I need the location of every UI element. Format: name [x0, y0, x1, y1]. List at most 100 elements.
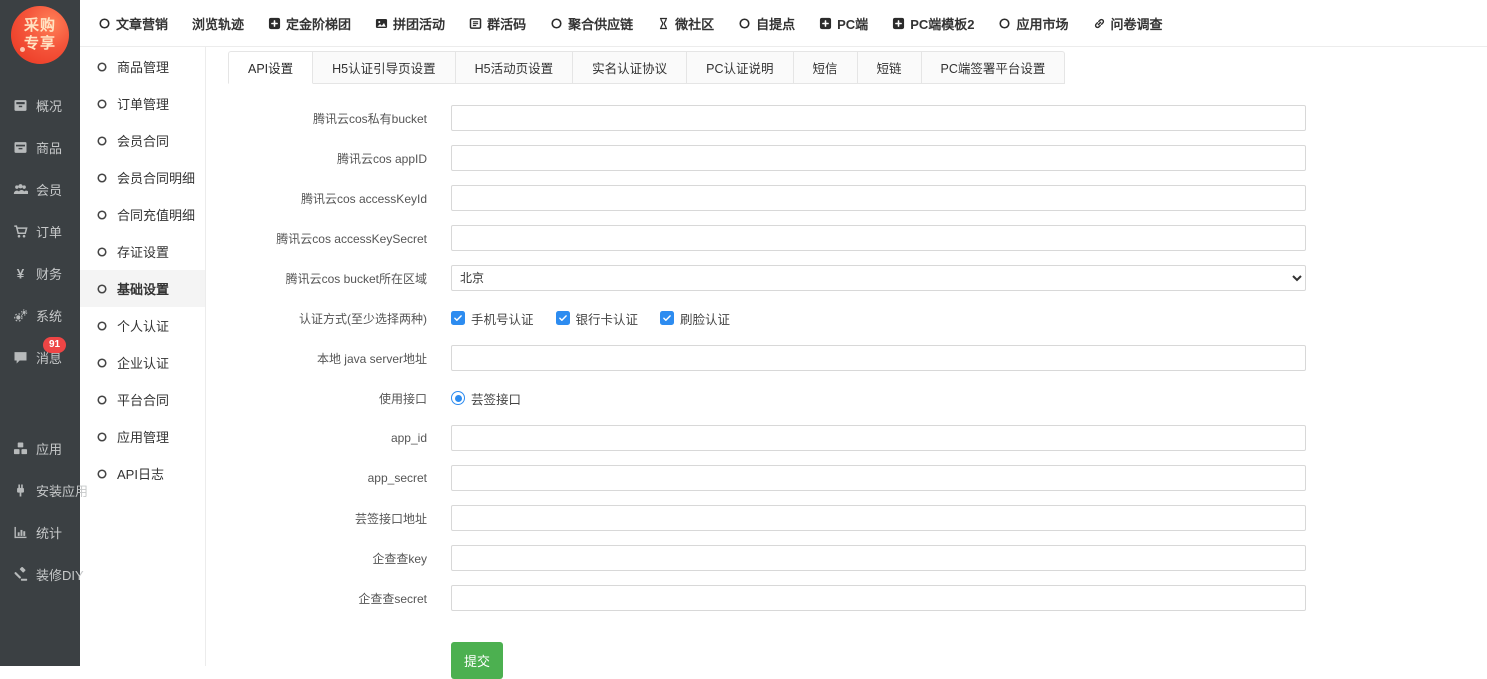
app-secret-input[interactable] — [451, 465, 1306, 491]
tab-6[interactable]: 短信 — [794, 51, 858, 84]
top-nav-item-11[interactable]: 应用市场 — [998, 14, 1068, 33]
top-nav-item-1[interactable]: 文章营销 — [98, 14, 168, 33]
sub-sidebar-item-6[interactable]: 存证设置 — [80, 233, 205, 270]
top-nav-item-6[interactable]: 聚合供应链 — [550, 14, 633, 33]
circle-o-icon — [96, 320, 108, 332]
sidebar-item-11[interactable]: 装修DIY — [0, 553, 80, 595]
form-row-tencent-cos-private-bucket: 腾讯云cos私有bucket — [207, 105, 1487, 131]
sub-sidebar-item-10[interactable]: 平台合同 — [80, 381, 205, 418]
sub-sidebar-item-11[interactable]: 应用管理 — [80, 418, 205, 455]
sub-sidebar-item-label: 存证设置 — [117, 242, 169, 261]
plussq-icon — [819, 17, 832, 30]
plussq-icon — [268, 17, 281, 30]
checkbox-checked-icon[interactable] — [556, 311, 570, 325]
sub-sidebar-item-label: 会员合同明细 — [117, 168, 195, 187]
sub-sidebar-item-9[interactable]: 企业认证 — [80, 344, 205, 381]
sidebar-item-4[interactable]: 订单 — [0, 210, 80, 252]
sub-sidebar-item-12[interactable]: API日志 — [80, 455, 205, 492]
qichacha-key-input[interactable] — [451, 545, 1306, 571]
sub-sidebar-item-3[interactable]: 会员合同 — [80, 122, 205, 159]
sidebar-item-2[interactable]: 商品 — [0, 126, 80, 168]
sub-sidebar-item-4[interactable]: 会员合同明细 — [80, 159, 205, 196]
top-nav-item-5[interactable]: 群活码 — [469, 14, 526, 33]
sidebar-item-9[interactable]: 安装应用 — [0, 469, 80, 511]
hourglass-icon — [657, 17, 670, 30]
local-java-server-address-input[interactable] — [451, 345, 1306, 371]
main-sidebar: 采购 专享 概况商品会员订单 ¥财务系统消息91 应用安装应用统计装修DIY — [0, 0, 80, 666]
sidebar-item-6[interactable]: 系统 — [0, 294, 80, 336]
cart-icon — [13, 224, 28, 239]
sidebar-item-8[interactable]: 应用 — [0, 427, 80, 469]
circle-o-icon — [96, 246, 108, 258]
auth-methods-option-2[interactable]: 银行卡认证 — [556, 309, 639, 328]
qichacha-secret-input[interactable] — [451, 585, 1306, 611]
top-nav-item-label: 文章营销 — [116, 14, 168, 33]
circle-o-icon — [96, 468, 108, 480]
checkbox-checked-icon[interactable] — [660, 311, 674, 325]
tab-7[interactable]: 短链 — [858, 51, 922, 84]
gavel-icon — [13, 567, 28, 582]
tencent-cos-private-bucket-input[interactable] — [451, 105, 1306, 131]
top-nav-item-label: PC端模板2 — [910, 14, 974, 33]
sidebar-item-label: 系统 — [36, 306, 62, 325]
tencent-cos-appid-input[interactable] — [451, 145, 1306, 171]
sidebar-item-5[interactable]: ¥财务 — [0, 252, 80, 294]
chart-icon — [13, 525, 28, 540]
sub-sidebar-item-5[interactable]: 合同充值明细 — [80, 196, 205, 233]
form-label-tencent-cos-bucket-region: 腾讯云cos bucket所在区域 — [207, 270, 427, 287]
tencent-cos-accesskeyid-input[interactable] — [451, 185, 1306, 211]
circle-icon — [998, 17, 1011, 30]
top-nav-item-4[interactable]: 拼团活动 — [375, 14, 445, 33]
tab-1[interactable]: API设置 — [228, 51, 313, 84]
plussq-icon — [892, 17, 905, 30]
sub-sidebar-item-1[interactable]: 商品管理 — [80, 48, 205, 85]
top-nav-item-label: 拼团活动 — [393, 14, 445, 33]
sidebar-item-label: 安装应用 — [36, 481, 88, 500]
top-nav-item-12[interactable]: 问卷调查 — [1093, 14, 1163, 33]
sub-sidebar-item-8[interactable]: 个人认证 — [80, 307, 205, 344]
submit-button[interactable]: 提交 — [451, 642, 503, 679]
auth-methods-option-3[interactable]: 刷脸认证 — [660, 309, 730, 328]
sub-sidebar-item-label: 会员合同 — [117, 131, 169, 150]
top-nav-item-9[interactable]: PC端 — [819, 14, 868, 33]
top-nav-item-2[interactable]: 浏览轨迹 — [192, 14, 244, 33]
link-icon — [1093, 17, 1106, 30]
brand-line1: 采购 — [24, 17, 56, 35]
circle-icon — [738, 17, 751, 30]
checkbox-checked-icon[interactable] — [451, 311, 465, 325]
circle-o-icon — [96, 209, 108, 221]
tab-5[interactable]: PC认证说明 — [687, 51, 793, 84]
users-icon — [13, 182, 28, 197]
app-id-input[interactable] — [451, 425, 1306, 451]
top-nav-item-10[interactable]: PC端模板2 — [892, 14, 974, 33]
yunqian-api-url-input[interactable] — [451, 505, 1306, 531]
sidebar-item-label: 订单 — [36, 222, 62, 241]
sidebar-item-3[interactable]: 会员 — [0, 168, 80, 210]
form-row-tencent-cos-bucket-region: 腾讯云cos bucket所在区域 北京 — [207, 265, 1487, 291]
auth-methods-option-1[interactable]: 手机号认证 — [451, 309, 534, 328]
top-nav-item-8[interactable]: 自提点 — [738, 14, 795, 33]
sidebar-item-7[interactable]: 消息91 — [0, 336, 80, 378]
tencent-cos-accesskeysecret-input[interactable] — [451, 225, 1306, 251]
form-label-tencent-cos-accesskeyid: 腾讯云cos accessKeyId — [207, 190, 427, 207]
top-nav-item-7[interactable]: 微社区 — [657, 14, 714, 33]
sidebar-item-10[interactable]: 统计 — [0, 511, 80, 553]
tab-4[interactable]: 实名认证协议 — [573, 51, 687, 84]
tab-3[interactable]: H5活动页设置 — [456, 51, 573, 84]
brand-logo[interactable]: 采购 专享 — [11, 6, 69, 64]
circle-o-icon — [96, 135, 108, 147]
top-nav-item-3[interactable]: 定金阶梯团 — [268, 14, 351, 33]
gears-icon — [13, 308, 28, 323]
sidebar-item-1[interactable]: 概况 — [0, 84, 80, 126]
sub-sidebar-item-2[interactable]: 订单管理 — [80, 85, 205, 122]
circle-o-icon — [96, 172, 108, 184]
tab-2[interactable]: H5认证引导页设置 — [313, 51, 455, 84]
box-icon — [13, 140, 28, 155]
sub-sidebar-item-label: 平台合同 — [117, 390, 169, 409]
sub-sidebar-item-7[interactable]: 基础设置 — [80, 270, 205, 307]
interface-used-option-1[interactable]: 芸签接口 — [451, 389, 521, 408]
tencent-cos-bucket-region-select[interactable]: 北京 — [451, 265, 1306, 291]
radio-selected-icon[interactable] — [451, 391, 465, 405]
tab-8[interactable]: PC端签署平台设置 — [922, 51, 1066, 84]
top-nav-item-label: 定金阶梯团 — [286, 14, 351, 33]
